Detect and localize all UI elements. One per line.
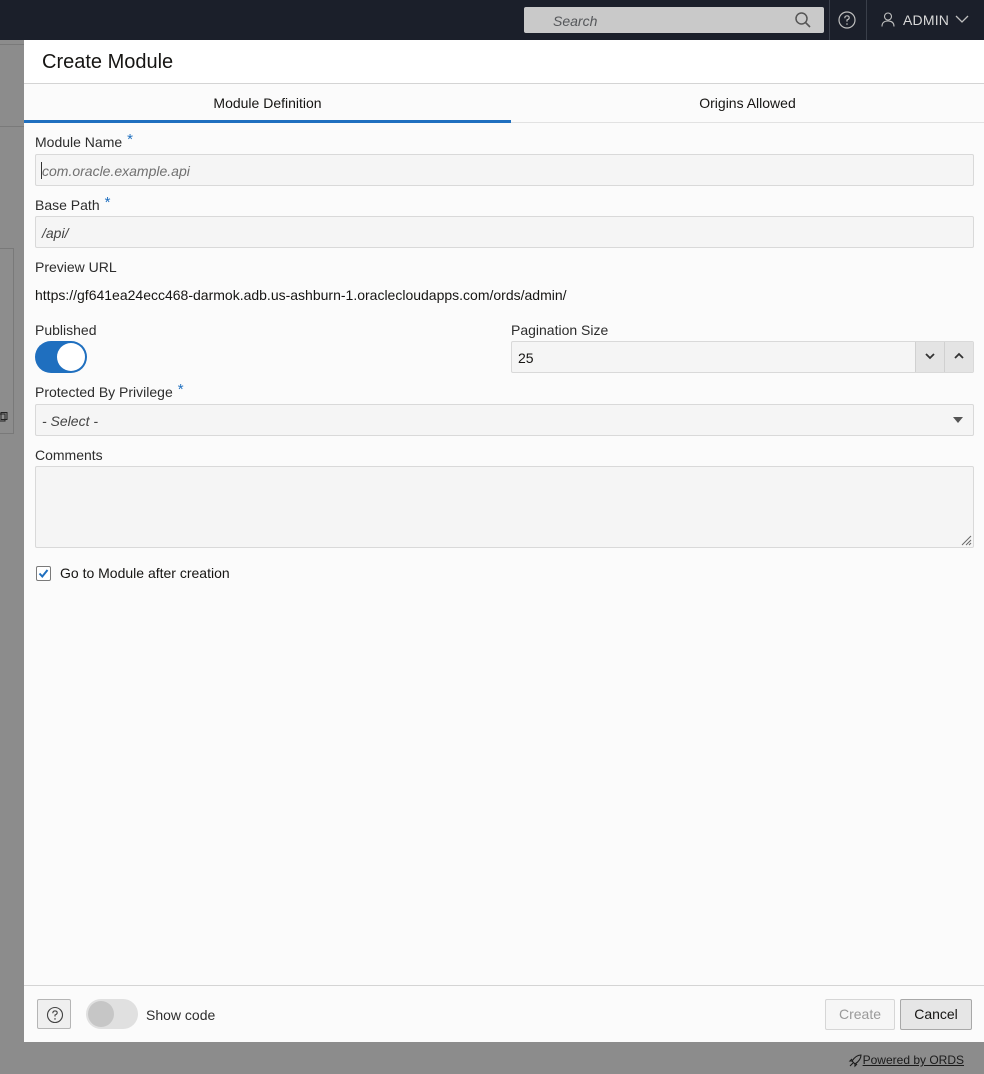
go-to-module-checkbox[interactable] xyxy=(36,566,51,581)
tab-bar: Module Definition Origins Allowed xyxy=(24,84,984,123)
chevron-up-icon xyxy=(954,352,964,359)
powered-by-link[interactable]: Powered by ORDS xyxy=(863,1053,964,1067)
toggle-knob xyxy=(57,343,85,371)
increment-button[interactable] xyxy=(944,342,973,372)
go-to-module-label[interactable]: Go to Module after creation xyxy=(60,565,230,581)
comments-label: Comments xyxy=(35,447,103,463)
toggle-knob xyxy=(88,1001,114,1027)
tab-origins-allowed[interactable]: Origins Allowed xyxy=(511,84,984,123)
module-name-input[interactable]: com.oracle.example.api xyxy=(35,154,974,186)
create-button[interactable]: Create xyxy=(825,999,895,1030)
checkmark-icon xyxy=(38,569,49,579)
page-footer: Powered by ORDS xyxy=(0,1042,984,1074)
published-label: Published xyxy=(35,322,97,338)
module-name-label: Module Name * xyxy=(35,131,133,150)
divider xyxy=(0,126,24,127)
divider xyxy=(0,44,24,45)
search-input[interactable]: Search xyxy=(553,13,597,29)
tab-module-definition[interactable]: Module Definition xyxy=(24,84,511,123)
search-box[interactable]: Search xyxy=(524,7,824,33)
rocket-icon xyxy=(848,1054,862,1068)
published-toggle[interactable] xyxy=(35,341,87,373)
copy-icon xyxy=(0,412,8,422)
required-marker: * xyxy=(127,131,133,148)
base-path-value: /api/ xyxy=(42,225,69,241)
preview-url-label: Preview URL xyxy=(35,259,117,275)
base-path-input[interactable]: /api/ xyxy=(35,216,974,248)
help-button[interactable] xyxy=(37,999,71,1029)
cancel-button[interactable]: Cancel xyxy=(900,999,972,1030)
required-marker: * xyxy=(104,194,111,211)
comments-textarea[interactable] xyxy=(35,466,974,548)
privilege-select[interactable]: - Select - xyxy=(35,404,974,436)
create-module-dialog: Create Module Module Definition Origins … xyxy=(24,40,984,1042)
chevron-down-icon[interactable] xyxy=(955,14,969,24)
pagination-size-input[interactable]: 25 xyxy=(511,341,974,373)
divider xyxy=(866,0,867,40)
background-card xyxy=(0,248,14,434)
pagination-size-value: 25 xyxy=(518,350,534,366)
show-code-label: Show code xyxy=(146,1007,216,1023)
dialog-title: Create Module xyxy=(42,51,174,73)
user-icon[interactable] xyxy=(881,12,895,27)
help-icon[interactable] xyxy=(838,11,856,29)
pagination-size-label: Pagination Size xyxy=(511,322,609,338)
background-page xyxy=(0,40,24,1042)
top-bar: Search ADMIN xyxy=(0,0,984,40)
search-icon[interactable] xyxy=(794,11,812,29)
resize-handle-icon[interactable] xyxy=(960,534,972,546)
privilege-label: Protected By Privilege * xyxy=(35,381,184,400)
dialog-footer: Show code Create Cancel xyxy=(24,985,984,1042)
show-code-toggle[interactable] xyxy=(86,999,138,1029)
user-menu[interactable]: ADMIN xyxy=(903,12,949,28)
divider xyxy=(829,0,830,40)
base-path-label: Base Path * xyxy=(35,194,111,213)
decrement-button[interactable] xyxy=(915,342,944,372)
help-icon xyxy=(46,1006,64,1024)
dropdown-arrow-icon xyxy=(953,417,963,423)
privilege-selected-value: - Select - xyxy=(42,413,99,429)
required-marker: * xyxy=(177,381,184,398)
chevron-down-icon xyxy=(925,353,935,360)
dialog-header: Create Module xyxy=(24,40,984,84)
preview-url-value: https://gf641ea24ecc468-darmok.adb.us-as… xyxy=(35,287,567,303)
module-name-placeholder: com.oracle.example.api xyxy=(42,163,190,179)
